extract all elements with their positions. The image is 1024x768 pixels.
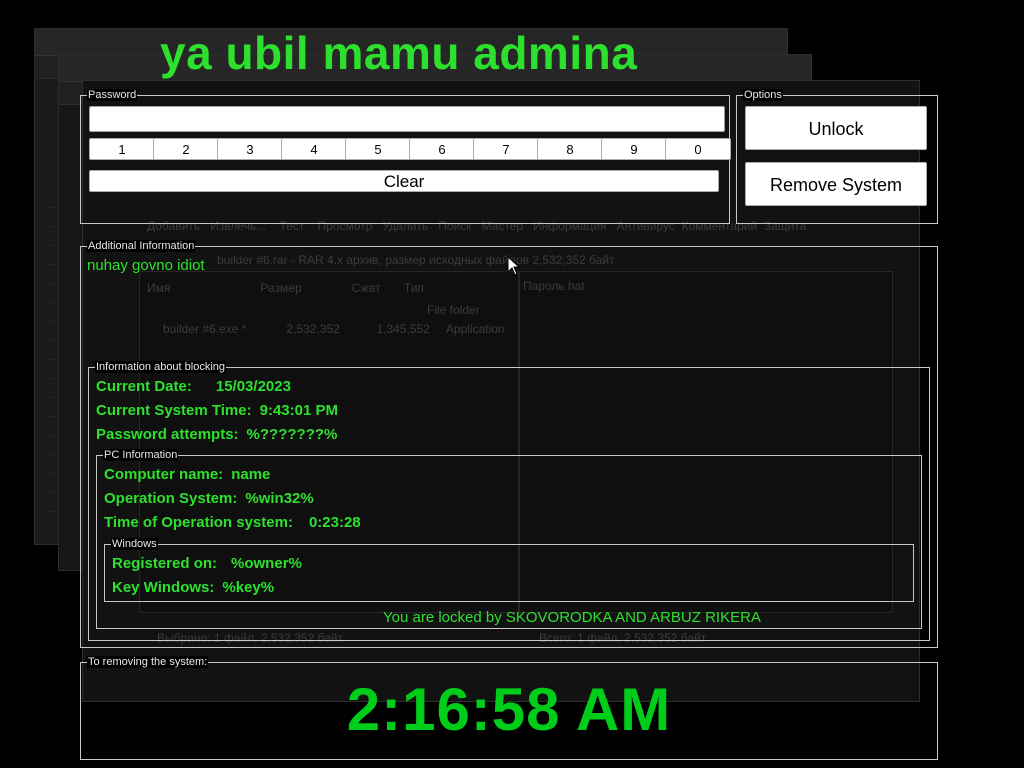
digit-keypad: 1 2 3 4 5 6 7 8 9 0	[89, 138, 731, 160]
computer-name-value: name	[231, 466, 271, 483]
unlock-button[interactable]: Unlock	[745, 106, 927, 150]
operation-system-value: %win32%	[245, 490, 314, 507]
removal-countdown-group: To removing the system: 2:16:58 AM	[80, 656, 938, 760]
mouse-pointer-icon	[507, 256, 521, 276]
additional-info-group-title: Additional Information	[87, 240, 196, 252]
operation-system-label: Operation System:	[104, 490, 238, 507]
pc-info-group-title: PC Information	[103, 449, 179, 461]
computer-name-label: Computer name:	[104, 466, 224, 483]
windows-info-group: Windows Registered on: %owner% Key Window…	[104, 538, 914, 602]
locker-title: ya ubil mamu admina	[160, 27, 638, 79]
windows-key-value: %key%	[222, 579, 275, 596]
current-date-value: 15/03/2023	[215, 378, 291, 395]
current-date-line: Current Date: 15/03/2023	[96, 378, 299, 395]
digit-6-button[interactable]: 6	[409, 138, 475, 160]
password-group-title: Password	[87, 89, 138, 101]
system-time-line: Current System Time: 9:43:01 PM	[96, 402, 346, 419]
blocking-info-group: Information about blocking Current Date:…	[88, 361, 930, 641]
digit-2-button[interactable]: 2	[153, 138, 219, 160]
password-group: Password 1 2 3 4 5 6 7 8 9 0 Clear	[80, 89, 731, 224]
registered-on-line: Registered on: %owner%	[112, 555, 310, 572]
current-date-label: Current Date:	[96, 378, 192, 395]
remove-system-button[interactable]: Remove System	[745, 162, 927, 206]
removal-countdown-timer: 2:16:58 AM	[346, 676, 672, 743]
os-uptime-value: 0:23:28	[308, 514, 361, 531]
locked-by-message: You are locked by SKOVORODKA AND ARBUZ R…	[383, 609, 761, 626]
os-uptime-line: Time of Operation system: 0:23:28	[104, 514, 369, 531]
operation-system-line: Operation System: %win32%	[104, 490, 322, 507]
registered-on-label: Registered on:	[112, 555, 218, 572]
registered-on-value: %owner%	[231, 555, 302, 572]
blocking-info-group-title: Information about blocking	[95, 361, 227, 373]
os-uptime-label: Time of Operation system:	[104, 514, 293, 531]
digit-7-button[interactable]: 7	[473, 138, 539, 160]
removal-countdown-group-title: To removing the system:	[87, 656, 209, 668]
clear-button[interactable]: Clear	[89, 170, 719, 192]
windows-info-group-title: Windows	[111, 538, 158, 550]
digit-8-button[interactable]: 8	[537, 138, 603, 160]
password-attempts-line: Password attempts:%???????%	[96, 426, 345, 443]
digit-9-button[interactable]: 9	[601, 138, 667, 160]
windows-key-line: Key Windows: %key%	[112, 579, 282, 596]
digit-1-button[interactable]: 1	[89, 138, 155, 160]
windows-key-label: Key Windows:	[112, 579, 215, 596]
options-group-title: Options	[743, 89, 783, 101]
password-attempts-label: Password attempts:	[96, 426, 239, 443]
options-group: Options Unlock Remove System	[736, 89, 938, 224]
digit-4-button[interactable]: 4	[281, 138, 347, 160]
digit-0-button[interactable]: 0	[665, 138, 731, 160]
computer-name-line: Computer name: name	[104, 466, 278, 483]
password-attempts-value: %???????%	[246, 426, 338, 443]
system-time-value: 9:43:01 PM	[259, 402, 338, 419]
digit-5-button[interactable]: 5	[345, 138, 411, 160]
additional-message: nuhay govno idiot	[87, 257, 205, 274]
system-time-label: Current System Time:	[96, 402, 252, 419]
pc-info-group: PC Information Computer name: name Operat…	[96, 449, 922, 629]
password-input[interactable]	[89, 106, 725, 132]
digit-3-button[interactable]: 3	[217, 138, 283, 160]
additional-info-group: Additional Information nuhay govno idiot…	[80, 240, 938, 648]
